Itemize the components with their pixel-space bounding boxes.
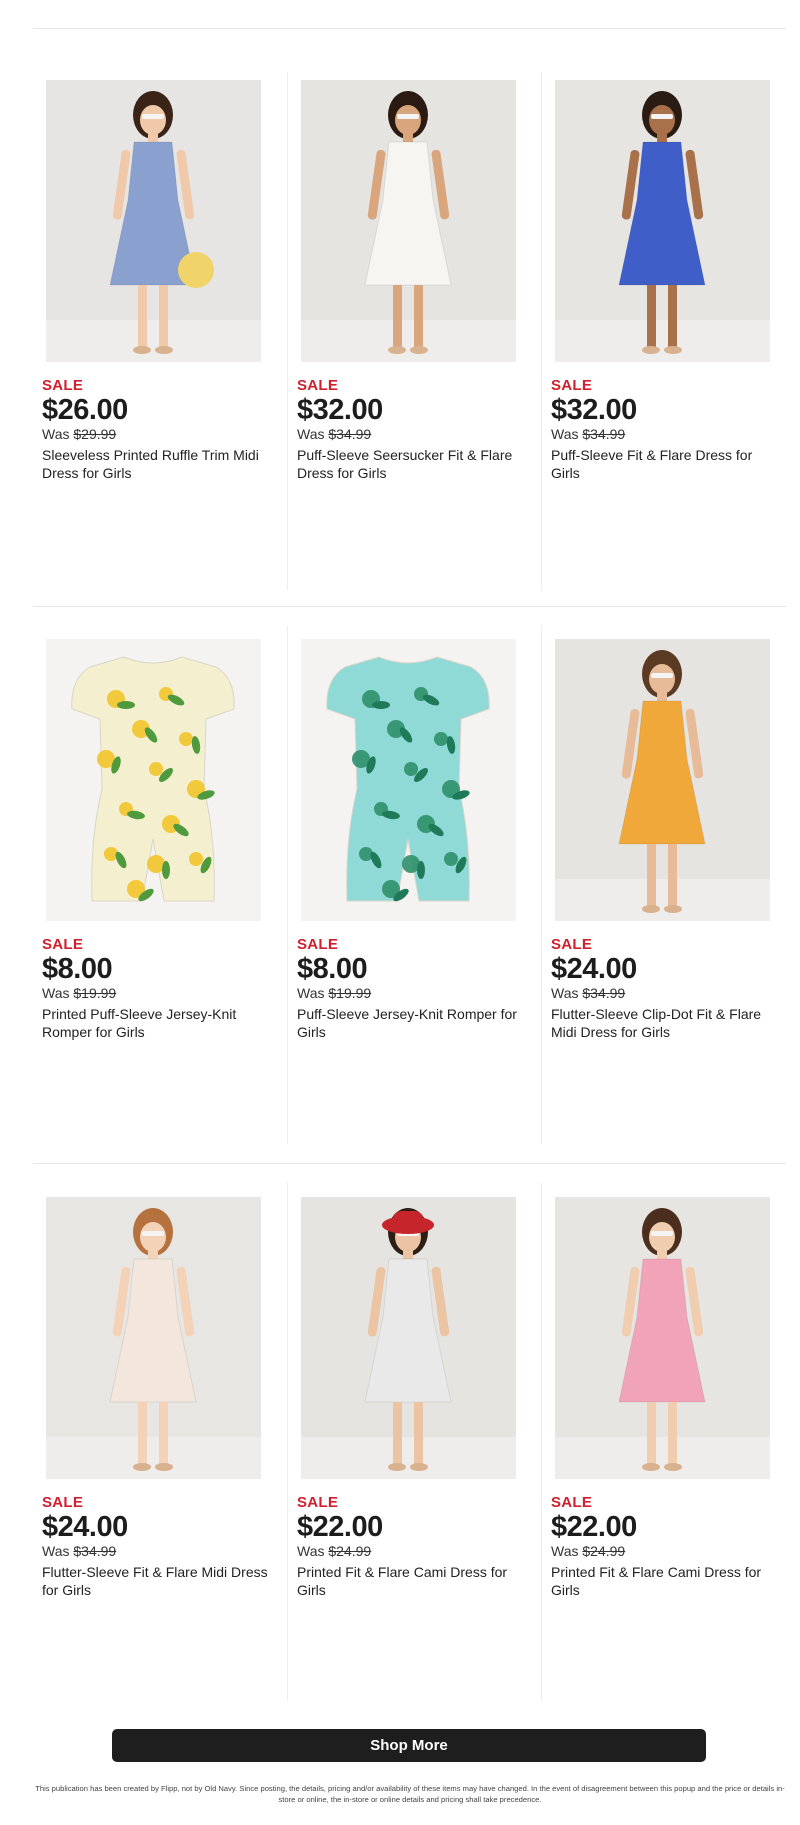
was-label: Was <box>297 985 325 1001</box>
column-divider <box>541 1183 542 1701</box>
sale-badge: SALE <box>551 936 593 953</box>
sale-badge: SALE <box>551 1494 593 1511</box>
sale-badge: SALE <box>297 936 339 953</box>
product-name[interactable]: Printed Fit & Flare Cami Dress for Girls <box>551 1563 781 1599</box>
product-name[interactable]: Flutter-Sleeve Clip-Dot Fit & Flare Midi… <box>551 1005 781 1041</box>
sale-badge: SALE <box>551 377 593 394</box>
was-price: Was $34.99 <box>551 985 625 1001</box>
product-image[interactable] <box>555 1197 770 1479</box>
sale-price: $8.00 <box>42 953 113 985</box>
sale-badge: SALE <box>42 936 84 953</box>
original-price: $24.99 <box>328 1543 372 1559</box>
product-image[interactable] <box>46 1197 261 1479</box>
product-name[interactable]: Printed Fit & Flare Cami Dress for Girls <box>297 1563 527 1599</box>
original-price: $34.99 <box>73 1543 117 1559</box>
product-image[interactable] <box>555 639 770 921</box>
sale-price: $24.00 <box>551 953 637 985</box>
sale-price: $26.00 <box>42 394 128 426</box>
shop-more-button[interactable]: Shop More <box>112 1729 706 1762</box>
original-price: $19.99 <box>328 985 372 1001</box>
was-price: Was $24.99 <box>297 1543 371 1559</box>
product-name[interactable]: Puff-Sleeve Seersucker Fit & Flare Dress… <box>297 446 527 482</box>
sale-price: $8.00 <box>297 953 368 985</box>
product-image[interactable] <box>301 80 516 362</box>
original-price: $34.99 <box>582 985 626 1001</box>
row-divider <box>33 1163 786 1164</box>
sale-badge: SALE <box>297 1494 339 1511</box>
sale-price: $22.00 <box>551 1511 637 1543</box>
was-label: Was <box>42 985 70 1001</box>
sale-badge: SALE <box>297 377 339 394</box>
original-price: $34.99 <box>582 426 626 442</box>
was-price: Was $19.99 <box>42 985 116 1001</box>
original-price: $29.99 <box>73 426 117 442</box>
column-divider <box>287 72 288 590</box>
top-divider <box>33 28 786 29</box>
product-image[interactable] <box>46 80 261 362</box>
was-price: Was $24.99 <box>551 1543 625 1559</box>
was-label: Was <box>42 1543 70 1559</box>
product-image[interactable] <box>301 639 516 921</box>
column-divider <box>287 626 288 1144</box>
product-name[interactable]: Sleeveless Printed Ruffle Trim Midi Dres… <box>42 446 272 482</box>
was-label: Was <box>42 426 70 442</box>
disclaimer-text: This publication has been created by Fli… <box>35 1784 785 1804</box>
was-label: Was <box>551 426 579 442</box>
was-price: Was $34.99 <box>551 426 625 442</box>
product-image[interactable] <box>301 1197 516 1479</box>
column-divider <box>287 1183 288 1701</box>
original-price: $24.99 <box>582 1543 626 1559</box>
product-name[interactable]: Printed Puff-Sleeve Jersey-Knit Romper f… <box>42 1005 272 1041</box>
product-name[interactable]: Flutter-Sleeve Fit & Flare Midi Dress fo… <box>42 1563 272 1599</box>
was-label: Was <box>297 1543 325 1559</box>
was-price: Was $29.99 <box>42 426 116 442</box>
sale-badge: SALE <box>42 1494 84 1511</box>
sale-badge: SALE <box>42 377 84 394</box>
sale-price: $22.00 <box>297 1511 383 1543</box>
was-label: Was <box>551 985 579 1001</box>
sale-price: $32.00 <box>551 394 637 426</box>
product-name[interactable]: Puff-Sleeve Jersey-Knit Romper for Girls <box>297 1005 527 1041</box>
was-label: Was <box>551 1543 579 1559</box>
product-image[interactable] <box>46 639 261 921</box>
original-price: $19.99 <box>73 985 117 1001</box>
column-divider <box>541 72 542 590</box>
row-divider <box>33 606 786 607</box>
original-price: $34.99 <box>328 426 372 442</box>
was-label: Was <box>297 426 325 442</box>
was-price: Was $34.99 <box>42 1543 116 1559</box>
sale-price: $24.00 <box>42 1511 128 1543</box>
column-divider <box>541 626 542 1144</box>
was-price: Was $34.99 <box>297 426 371 442</box>
product-image[interactable] <box>555 80 770 362</box>
product-name[interactable]: Puff-Sleeve Fit & Flare Dress for Girls <box>551 446 781 482</box>
was-price: Was $19.99 <box>297 985 371 1001</box>
sale-price: $32.00 <box>297 394 383 426</box>
